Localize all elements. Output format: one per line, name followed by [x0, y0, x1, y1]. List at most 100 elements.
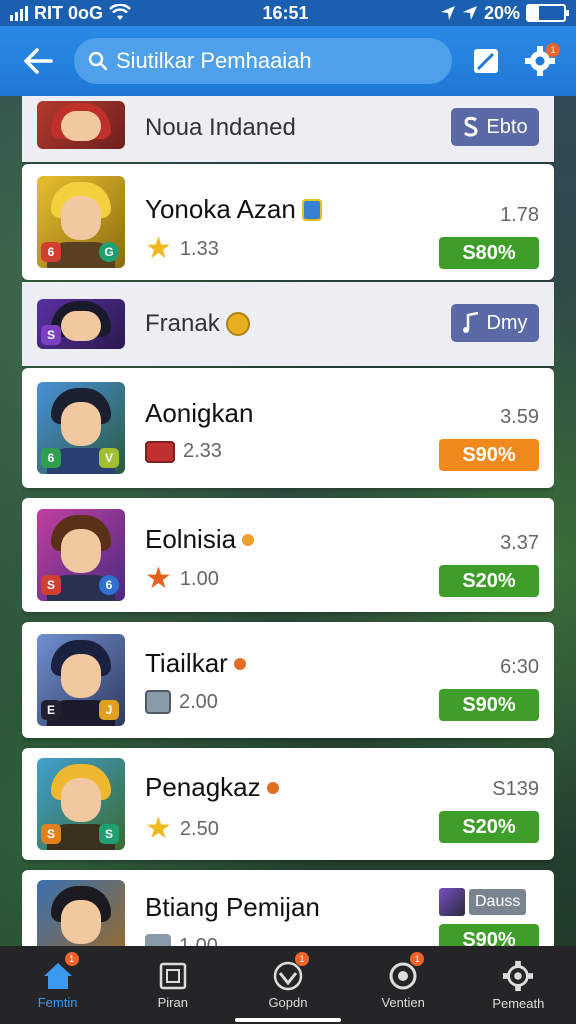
settings-button[interactable]: 1: [520, 41, 560, 81]
list-item[interactable]: 6 V Aonigkan 2.33 3.59 S90%: [22, 368, 554, 488]
rating: ★ 1.00: [145, 562, 219, 595]
list-item[interactable]: 6 G Yonoka Azan ★ 1.33 1.78 S80%: [22, 164, 554, 280]
star-icon: ★: [145, 232, 172, 265]
tag: Dauss: [439, 888, 539, 916]
player-name: Franak: [145, 310, 220, 337]
nav-label: Ventien: [381, 994, 425, 1010]
rating: 1.00: [145, 934, 218, 946]
score: S139: [492, 778, 539, 800]
player-name-wrap: Tiailkar: [145, 648, 246, 679]
percent-button[interactable]: S20%: [439, 565, 539, 597]
action-button[interactable]: Ebto: [451, 108, 539, 146]
carrier-label: RIT 0oG: [34, 2, 104, 23]
list-item[interactable]: S Franak Dmy: [22, 282, 554, 366]
action-button-label: Ebto: [486, 115, 528, 138]
back-button[interactable]: [16, 39, 60, 83]
player-list[interactable]: Noua Indaned Ebto 6 G Yonoka Azan ★ 1.33: [22, 96, 554, 946]
player-name: Aonigkan: [145, 398, 254, 428]
badge-icon: [242, 533, 255, 546]
avatar: S 6: [37, 509, 125, 601]
app-header: 1: [0, 26, 576, 96]
list-item[interactable]: S 6 Eolnisia ★ 1.00 3.37 S20%: [22, 498, 554, 612]
player-name: Eolnisia: [145, 524, 237, 554]
nav-item-ventien[interactable]: 1 Ventien: [348, 946, 458, 1024]
score: 6:30: [500, 656, 539, 678]
cube-icon: [145, 690, 171, 714]
badge-icon: [233, 657, 246, 670]
percent-button[interactable]: S90%: [439, 439, 539, 471]
percent-button[interactable]: S80%: [439, 237, 539, 269]
nav-label: Piran: [157, 994, 188, 1010]
rating: ★ 1.33: [145, 232, 219, 265]
status-bar: RIT 0oG 16:51 20%: [0, 0, 576, 26]
player-name: Tiailkar: [145, 648, 228, 678]
clock: 16:51: [262, 2, 309, 23]
sword-icon: [439, 888, 465, 916]
edit-button[interactable]: [466, 41, 506, 81]
search-icon: [88, 51, 108, 71]
player-name-wrap: Yonoka Azan: [145, 194, 322, 225]
action-button[interactable]: Dmy: [451, 304, 539, 342]
nav-badge: 1: [64, 952, 79, 966]
avatar: S: [37, 299, 125, 349]
edit-icon: [474, 49, 498, 73]
percent-button[interactable]: S90%: [439, 924, 539, 946]
search-input[interactable]: [116, 48, 438, 74]
chest-icon: [145, 440, 175, 463]
player-name-wrap: Penagkaz: [145, 772, 279, 803]
avatar: [37, 101, 125, 149]
nav-item-gopdn[interactable]: 1 Gopdn: [233, 946, 343, 1024]
cube-icon: [145, 934, 171, 946]
nav-item-home[interactable]: 1 Femtin: [3, 946, 113, 1024]
score: 1.78: [500, 204, 539, 226]
battery-percent: 20%: [483, 2, 520, 23]
verified-icon: [301, 198, 322, 221]
rating: ★ 2.50: [145, 812, 219, 845]
home-indicator: [235, 1018, 341, 1022]
star-icon: ★: [145, 562, 172, 595]
list-item[interactable]: S S Penagkaz ★ 2.50 S139 S20%: [22, 748, 554, 860]
player-name-wrap: Franak: [145, 310, 250, 338]
player-name: Penagkaz: [145, 772, 261, 802]
grid-icon: [159, 962, 187, 989]
badge-icon: [266, 781, 279, 794]
rating: 2.33: [145, 440, 222, 463]
nav-label: Pemeath: [492, 995, 545, 1011]
battery-icon: [526, 4, 569, 22]
nav-item-piran[interactable]: Piran: [118, 946, 228, 1024]
coin-icon: [225, 312, 250, 336]
list-item[interactable]: Btiang Pemijan 1.00 Dauss S90%: [22, 870, 554, 946]
avatar: 6 G: [37, 176, 125, 268]
score: 3.37: [500, 532, 539, 554]
music-note-icon: [463, 312, 479, 333]
navigation-icon: [462, 6, 477, 20]
player-name-wrap: Eolnisia: [145, 524, 255, 555]
avatar: E J: [37, 634, 125, 726]
nav-item-pemeath[interactable]: Pemeath: [463, 946, 573, 1024]
avatar: S S: [37, 758, 125, 850]
action-button-label: Dmy: [486, 311, 528, 334]
avatar: 6 V: [37, 382, 125, 474]
wifi-icon: [109, 4, 131, 20]
nav-label: Gopdn: [268, 994, 308, 1010]
nav-badge: 1: [410, 952, 425, 966]
tag-label: Dauss: [469, 889, 527, 915]
nav-label: Femtin: [37, 994, 78, 1010]
percent-button[interactable]: S90%: [439, 689, 539, 721]
player-name: Noua Indaned: [145, 114, 296, 141]
list-item[interactable]: Noua Indaned Ebto: [22, 96, 554, 162]
avatar: [37, 880, 125, 946]
player-name: Btiang Pemijan: [145, 892, 320, 922]
player-name: Yonoka Azan: [145, 194, 296, 224]
score: 3.59: [500, 406, 539, 428]
search-bar[interactable]: [74, 38, 452, 84]
signal-icon: [10, 5, 28, 21]
notification-badge: 1: [546, 43, 560, 57]
percent-button[interactable]: S20%: [439, 811, 539, 843]
bottom-navigation: 1 Femtin Piran 1 Gopdn 1 Ventien Pemeath: [0, 946, 576, 1024]
nav-badge: 1: [294, 952, 309, 966]
location-icon: [440, 6, 455, 20]
rating: 2.00: [145, 690, 218, 714]
arrow-left-icon: [24, 48, 53, 74]
list-item[interactable]: E J Tiailkar 2.00 6:30 S90%: [22, 622, 554, 738]
